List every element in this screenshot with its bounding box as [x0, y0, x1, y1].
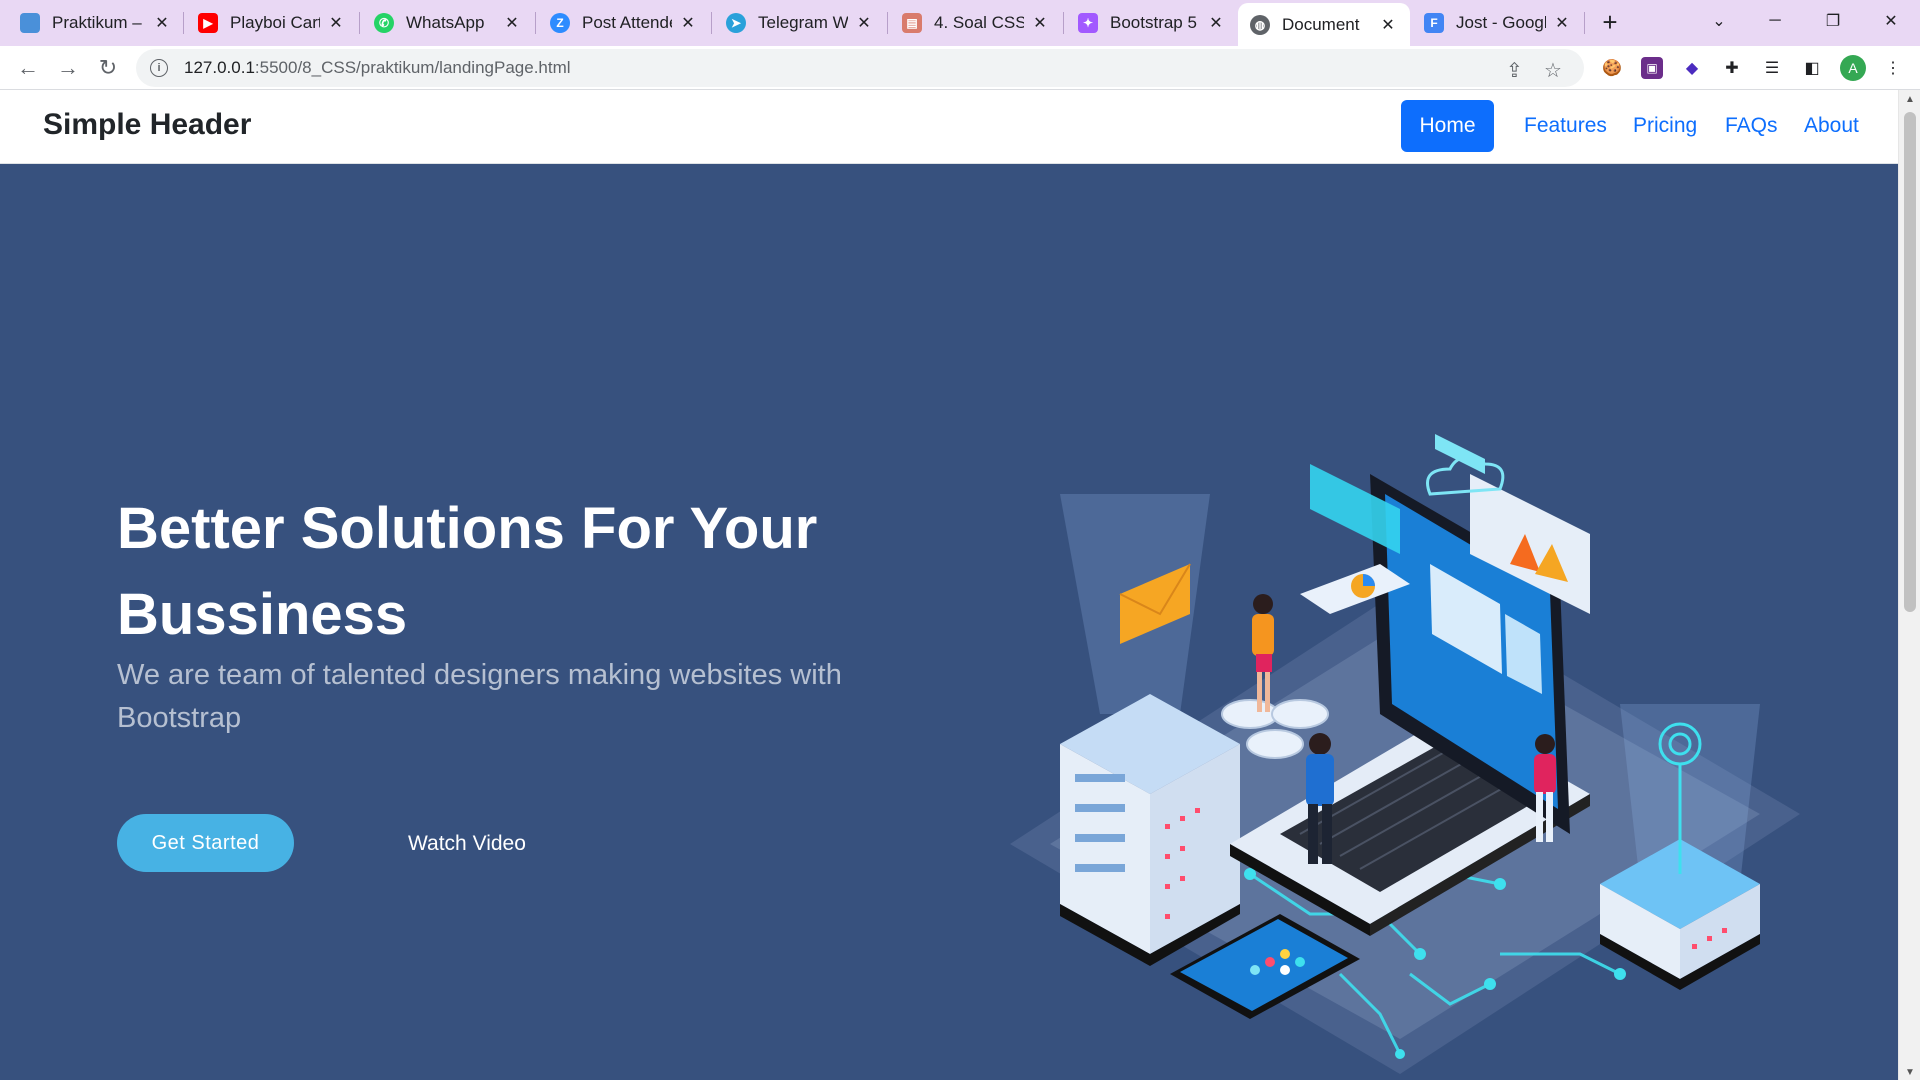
share-icon[interactable]: ⇪ — [1506, 58, 1523, 83]
tab-whatsapp[interactable]: ✆ WhatsApp ✕ — [362, 4, 534, 42]
telegram-icon: ➤ — [726, 13, 746, 33]
hero-subtitle: We are team of talented designers making… — [117, 659, 842, 734]
reload-button[interactable]: ↻ — [94, 54, 122, 82]
tab-divider — [1584, 12, 1585, 34]
tab-search-button[interactable]: ⌄ — [1696, 6, 1742, 36]
whatsapp-icon: ✆ — [374, 13, 394, 33]
bookmark-star-icon[interactable]: ☆ — [1544, 58, 1562, 83]
scrollbar-thumb[interactable] — [1904, 112, 1916, 612]
close-icon[interactable]: ✕ — [152, 13, 172, 33]
extension-icon[interactable]: ▣ — [1641, 57, 1663, 79]
tab-title: Playboi Carti x — [230, 13, 320, 32]
restore-button[interactable]: ❐ — [1810, 6, 1856, 36]
tab-zoom[interactable]: Z Post Attendee ✕ — [538, 4, 710, 42]
tab-title: Document — [1282, 14, 1360, 34]
tab-divider — [1063, 12, 1064, 34]
tab-divider — [535, 12, 536, 34]
tab-youtube[interactable]: ▶ Playboi Carti x ✕ — [186, 4, 358, 42]
close-icon[interactable]: ✕ — [502, 13, 522, 33]
url-host: 127.0.0.1 — [184, 58, 255, 77]
page-viewport: Simple Header Home Features Pricing FAQs… — [0, 90, 1898, 1080]
scroll-up-arrow-icon[interactable]: ▲ — [1905, 94, 1915, 105]
page-scrollbar[interactable]: ▲ ▼ — [1898, 90, 1920, 1080]
tab-divider — [887, 12, 888, 34]
zoom-icon: Z — [550, 13, 570, 33]
browser-tab-strip: Praktikum – C ✕ ▶ Playboi Carti x ✕ ✆ Wh… — [0, 0, 1920, 46]
address-bar[interactable]: i 127.0.0.1:5500/8_CSS/praktikum/landing… — [136, 49, 1584, 87]
figma-icon: ✦ — [1078, 13, 1098, 33]
menu-kebab-icon[interactable]: ⋮ — [1882, 57, 1904, 79]
cookie-extension-icon[interactable]: 🍪 — [1601, 57, 1623, 79]
close-icon[interactable]: ✕ — [1030, 13, 1050, 33]
watch-video-button[interactable]: Watch Video — [408, 824, 526, 864]
youtube-icon: ▶ — [198, 13, 218, 33]
minimize-button[interactable]: ─ — [1752, 6, 1798, 36]
tab-document[interactable]: ◍ Document ✕ — [1238, 3, 1410, 46]
nav-about[interactable]: About — [1784, 100, 1879, 152]
scroll-down-arrow-icon[interactable]: ▼ — [1905, 1067, 1915, 1078]
browser-toolbar: ← → ↻ i 127.0.0.1:5500/8_CSS/praktikum/l… — [0, 46, 1920, 90]
close-icon[interactable]: ✕ — [678, 13, 698, 33]
tab-title: Praktikum – C — [52, 13, 146, 32]
tab-divider — [359, 12, 360, 34]
hero-title: Better Solutions For Your Bussiness — [117, 496, 818, 647]
tab-favicon — [20, 13, 40, 33]
tab-title: Bootstrap 5 - a — [1110, 13, 1200, 32]
close-icon[interactable]: ✕ — [854, 13, 874, 33]
close-window-button[interactable]: ✕ — [1868, 6, 1914, 36]
nav-pricing[interactable]: Pricing — [1613, 100, 1717, 152]
tab-title: Jost - Google — [1456, 13, 1546, 32]
globe-icon: ◍ — [1250, 14, 1270, 35]
document-icon: ▤ — [902, 13, 922, 33]
hero-section: Better Solutions For Your Bussiness We a… — [0, 164, 1898, 1080]
side-panel-icon[interactable]: ◧ — [1801, 57, 1823, 79]
tab-praktikum[interactable]: Praktikum – C ✕ — [8, 4, 184, 42]
tab-title: Telegram Web — [758, 13, 848, 32]
extensions-puzzle-icon[interactable]: ✚ — [1721, 57, 1743, 79]
tab-google-fonts[interactable]: F Jost - Google ✕ — [1412, 4, 1584, 42]
nav-home[interactable]: Home — [1401, 100, 1494, 152]
site-header: Simple Header Home Features Pricing FAQs… — [0, 90, 1898, 164]
close-icon[interactable]: ✕ — [326, 13, 346, 33]
close-icon[interactable]: ✕ — [1378, 15, 1398, 35]
nav-features[interactable]: Features — [1504, 100, 1627, 152]
tab-title: 4. Soal CSS — [934, 13, 1024, 32]
google-fonts-icon: F — [1424, 13, 1444, 33]
forward-button[interactable]: → — [54, 54, 82, 82]
tab-divider — [183, 12, 184, 34]
close-icon[interactable]: ✕ — [1206, 13, 1226, 33]
address-url: 127.0.0.1:5500/8_CSS/praktikum/landingPa… — [184, 58, 571, 78]
profile-avatar[interactable]: A — [1840, 55, 1866, 81]
site-info-icon[interactable]: i — [150, 59, 168, 77]
get-started-button[interactable]: Get Started — [117, 814, 294, 872]
tab-bootstrap[interactable]: ✦ Bootstrap 5 - a ✕ — [1066, 4, 1238, 42]
extension-diamond-icon[interactable]: ◆ — [1681, 57, 1703, 79]
tab-divider — [711, 12, 712, 34]
media-control-icon[interactable]: ☰ — [1761, 57, 1783, 79]
tab-telegram[interactable]: ➤ Telegram Web ✕ — [714, 4, 886, 42]
close-icon[interactable]: ✕ — [1552, 13, 1572, 33]
tab-soal-css[interactable]: ▤ 4. Soal CSS ✕ — [890, 4, 1062, 42]
back-button[interactable]: ← — [14, 54, 42, 82]
tab-title: Post Attendee — [582, 13, 672, 32]
url-path: :5500/8_CSS/praktikum/landingPage.html — [254, 58, 571, 77]
site-brand[interactable]: Simple Header — [43, 108, 251, 142]
new-tab-button[interactable]: + — [1596, 7, 1624, 37]
hero-illustration — [1010, 434, 1800, 1074]
tab-title: WhatsApp — [406, 13, 485, 32]
